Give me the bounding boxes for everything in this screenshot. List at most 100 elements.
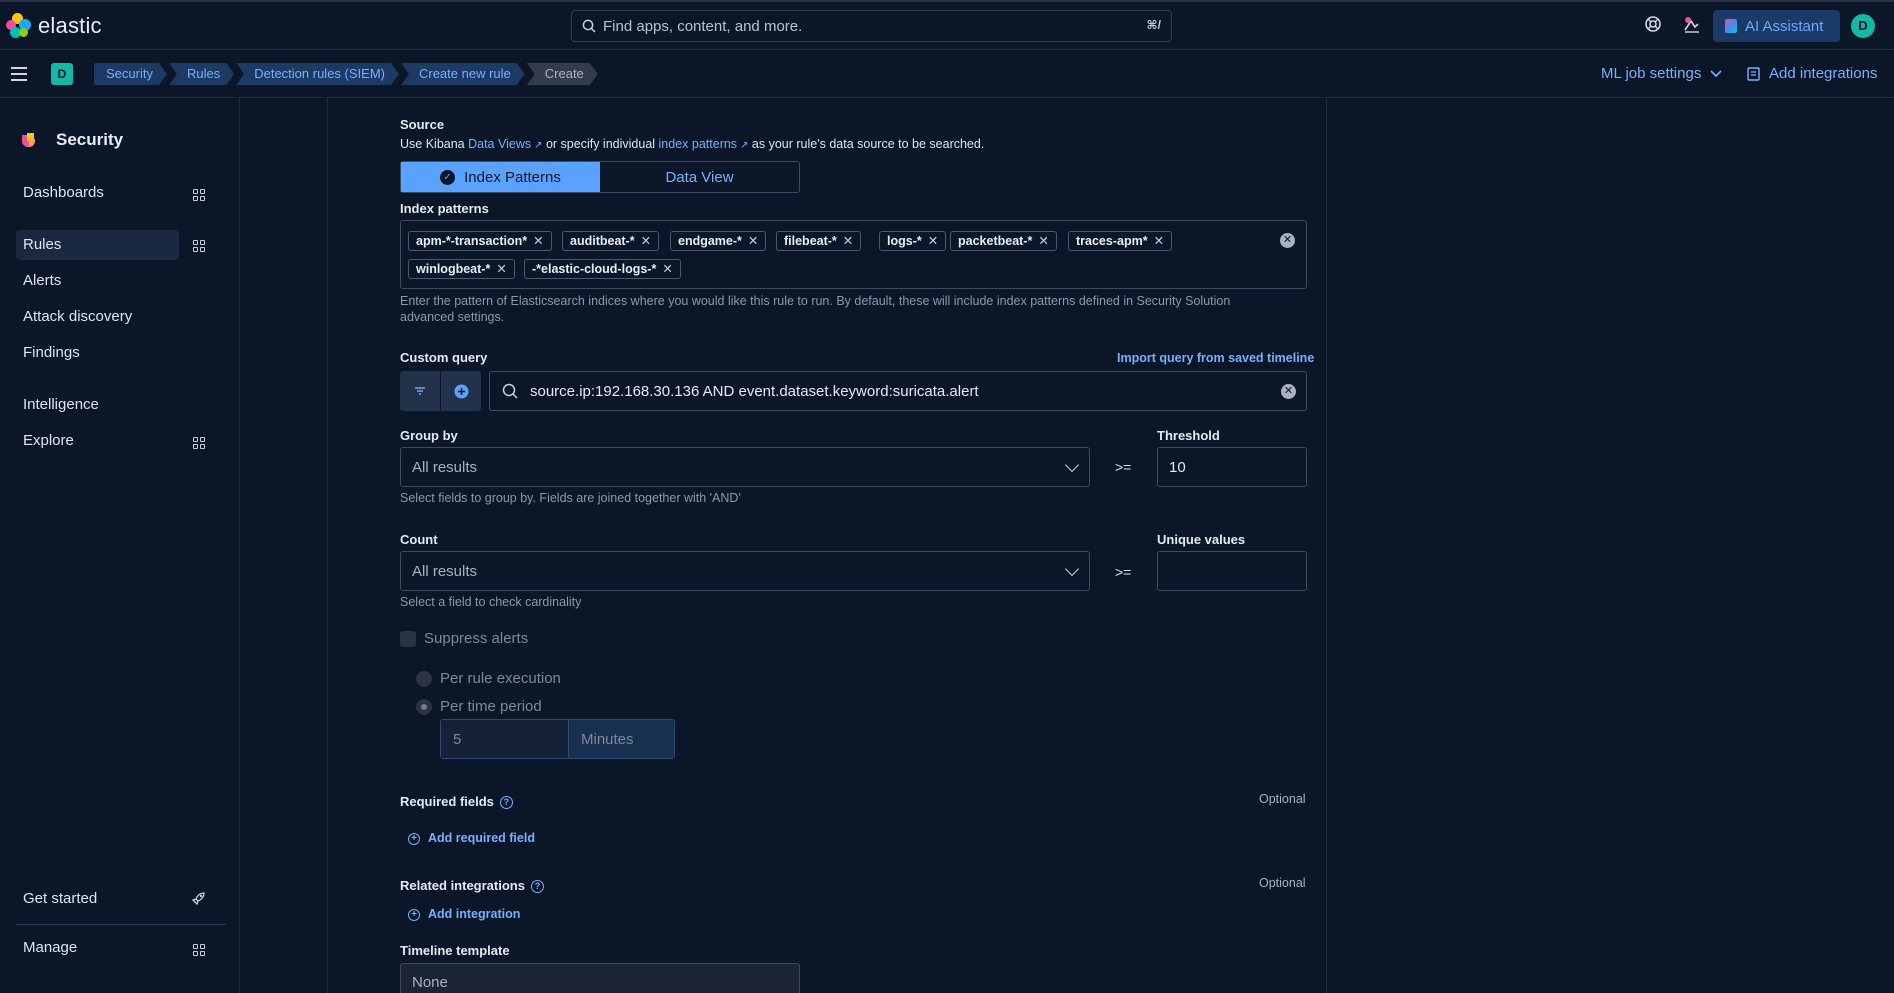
- pill-label: auditbeat-*: [570, 234, 635, 248]
- remove-icon[interactable]: ✕: [641, 234, 651, 248]
- remove-icon[interactable]: ✕: [1038, 234, 1048, 248]
- add-integration-button[interactable]: + Add integration: [408, 907, 520, 921]
- sidebar-item-manage[interactable]: Manage: [16, 933, 179, 963]
- menu-icon[interactable]: [11, 67, 27, 81]
- tab-data-view-label: Data View: [665, 168, 734, 186]
- import-query-link[interactable]: Import query from saved timeline: [1117, 351, 1314, 365]
- index-pattern-pill[interactable]: logs-* ✕: [879, 231, 947, 251]
- remove-icon[interactable]: ✕: [928, 234, 938, 248]
- index-pattern-pill[interactable]: packetbeat-* ✕: [950, 231, 1057, 251]
- tab-index-patterns[interactable]: ✓ Index Patterns: [401, 162, 600, 192]
- group-by-help: Select fields to group by. Fields are jo…: [400, 491, 741, 505]
- group-by-combobox[interactable]: All results: [400, 447, 1090, 487]
- required-fields-optional: Optional: [1259, 792, 1306, 806]
- question-icon[interactable]: ?: [530, 880, 544, 894]
- suppress-period-unit-select[interactable]: Minutes: [568, 720, 674, 758]
- source-type-toggle: ✓ Index Patterns Data View: [400, 161, 800, 193]
- suppress-period-input[interactable]: 5: [441, 720, 568, 758]
- suppress-alerts-checkbox[interactable]: [400, 631, 416, 647]
- sidebar-item-get-started[interactable]: Get started: [16, 884, 179, 914]
- breadcrumb-create: Create: [527, 63, 598, 85]
- count-combobox[interactable]: All results: [400, 551, 1090, 591]
- index-patterns-link[interactable]: index patterns ↗: [659, 137, 749, 151]
- index-patterns-label: Index patterns: [400, 201, 489, 216]
- index-patterns-combobox[interactable]: apm-*-transaction* ✕ auditbeat-* ✕ endgame…: [400, 220, 1307, 289]
- index-pattern-pill[interactable]: filebeat-* ✕: [776, 231, 862, 251]
- elastic-logo[interactable]: elastic: [6, 13, 102, 39]
- breadcrumb-create-new-rule[interactable]: Create new rule: [401, 63, 525, 85]
- security-logo-icon: [22, 133, 36, 147]
- manage-panel-icon[interactable]: [193, 944, 205, 956]
- remove-icon[interactable]: ✕: [533, 234, 543, 248]
- sidebar-item-attack-discovery[interactable]: Attack discovery: [16, 302, 179, 332]
- query-text: source.ip:192.168.30.136 AND event.datas…: [530, 382, 979, 400]
- remove-icon[interactable]: ✕: [662, 262, 672, 276]
- pill-label: endgame-*: [678, 234, 742, 248]
- suppress-alerts-label: Suppress alerts: [424, 630, 529, 647]
- unique-values-input[interactable]: [1157, 551, 1307, 591]
- per-time-period-radio[interactable]: [416, 699, 432, 715]
- user-avatar[interactable]: D: [1851, 14, 1875, 38]
- help-icon[interactable]: [1643, 15, 1663, 35]
- add-filter-button[interactable]: [441, 371, 481, 411]
- newsfeed-icon[interactable]: [1682, 15, 1702, 35]
- sidebar-item-findings[interactable]: Findings: [16, 338, 179, 368]
- related-integrations-label-text: Related integrations: [400, 878, 525, 893]
- index-pattern-pill[interactable]: endgame-* ✕: [670, 231, 767, 251]
- sidebar-item-label: Explore: [23, 432, 74, 449]
- remove-icon[interactable]: ✕: [1154, 234, 1164, 248]
- sidebar-item-dashboards[interactable]: Dashboards: [16, 178, 179, 208]
- filter-menu-button[interactable]: [400, 371, 440, 411]
- sidebar-divider: [16, 924, 226, 925]
- pill-label: traces-apm*: [1076, 234, 1148, 248]
- breadcrumb: Security Rules Detection rules (SIEM) Cr…: [94, 63, 600, 85]
- pill-label: logs-*: [887, 234, 922, 248]
- tab-data-view[interactable]: Data View: [600, 162, 799, 192]
- sidebar-item-label: Rules: [23, 236, 62, 253]
- index-pattern-pill[interactable]: traces-apm* ✕: [1068, 231, 1173, 251]
- remove-icon[interactable]: ✕: [748, 234, 758, 248]
- sidebar-item-explore[interactable]: Explore: [16, 426, 179, 456]
- breadcrumb-rules[interactable]: Rules: [169, 63, 234, 85]
- source-help: Use Kibana Data Views ↗ or specify indivi…: [400, 137, 984, 151]
- index-pattern-pill[interactable]: auditbeat-* ✕: [562, 231, 660, 251]
- timeline-template-select[interactable]: None: [400, 963, 800, 993]
- clear-icon[interactable]: ✕: [1280, 233, 1295, 248]
- breadcrumb-detection-rules[interactable]: Detection rules (SIEM): [236, 63, 399, 85]
- search-icon: [582, 19, 596, 33]
- breadcrumb-security[interactable]: Security: [94, 63, 167, 85]
- remove-icon[interactable]: ✕: [843, 234, 853, 248]
- required-fields-label-text: Required fields: [400, 794, 494, 809]
- index-pattern-pill[interactable]: apm-*-transaction* ✕: [408, 231, 552, 251]
- question-icon[interactable]: ?: [499, 796, 513, 810]
- sidebar-item-label: Attack discovery: [23, 308, 133, 325]
- plus-circle-icon: +: [408, 832, 420, 845]
- sidebar-item-intelligence[interactable]: Intelligence: [16, 390, 179, 420]
- add-integrations-button[interactable]: Add integrations: [1747, 65, 1877, 82]
- per-rule-execution-radio[interactable]: [416, 671, 432, 687]
- global-search[interactable]: Find apps, content, and more. ⌘/: [571, 10, 1172, 42]
- ml-job-settings-button[interactable]: ML job settings: [1601, 65, 1722, 82]
- dashboards-panel-icon[interactable]: [193, 189, 205, 201]
- sidebar-title-label: Security: [56, 130, 124, 149]
- remove-icon[interactable]: ✕: [496, 262, 506, 276]
- sidebar-item-rules[interactable]: Rules: [16, 230, 179, 260]
- suppress-period-value: 5: [453, 730, 462, 748]
- query-input[interactable]: source.ip:192.168.30.136 AND event.datas…: [489, 371, 1307, 411]
- sidebar-item-alerts[interactable]: Alerts: [16, 266, 179, 296]
- rules-panel-icon[interactable]: [193, 240, 205, 252]
- clear-icon[interactable]: ✕: [1281, 384, 1296, 399]
- data-views-link[interactable]: Data Views ↗: [468, 137, 542, 151]
- threshold-input[interactable]: 10: [1157, 447, 1307, 487]
- search-icon: [502, 383, 518, 399]
- plus-circle-icon: +: [408, 908, 420, 921]
- suppress-period-unit: Minutes: [581, 730, 634, 748]
- add-required-field-button[interactable]: + Add required field: [408, 831, 535, 845]
- space-avatar[interactable]: D: [51, 63, 73, 85]
- explore-panel-icon[interactable]: [193, 437, 205, 449]
- index-pattern-pill[interactable]: winlogbeat-* ✕: [408, 259, 515, 279]
- ai-assistant-button[interactable]: AI Assistant: [1713, 10, 1840, 42]
- index-pattern-pill[interactable]: -*elastic-cloud-logs-* ✕: [524, 259, 681, 279]
- sidebar-title[interactable]: Security: [22, 130, 123, 150]
- add-integration-label: Add integration: [428, 907, 521, 921]
